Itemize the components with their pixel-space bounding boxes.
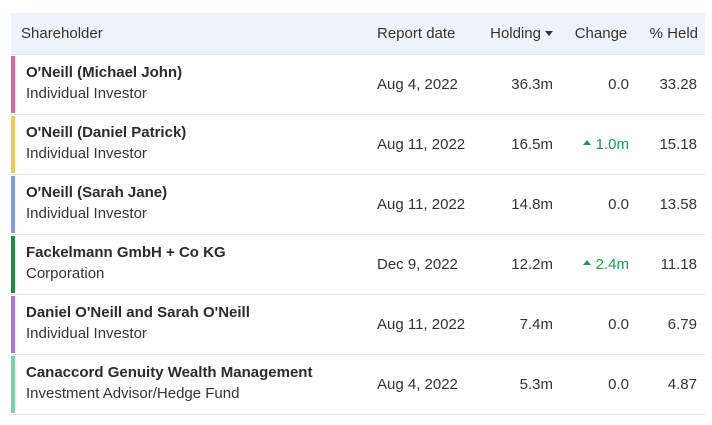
- shareholder-cell: Canaccord Genuity Wealth Management Inve…: [11, 354, 365, 415]
- percent-held-cell: 4.87: [641, 354, 705, 415]
- holding-cell: 16.5m: [477, 114, 561, 175]
- shareholder-cell: O'Neill (Daniel Patrick) Individual Inve…: [11, 114, 365, 175]
- change-cell: 0.0: [561, 294, 641, 355]
- holding-cell: 7.4m: [477, 294, 561, 355]
- change-value: 0.0: [608, 195, 629, 213]
- percent-held-cell: 33.28: [641, 54, 705, 115]
- table-row[interactable]: Fackelmann GmbH + Co KG Corporation Dec …: [11, 234, 705, 295]
- change-cell: 2.4m: [561, 234, 641, 295]
- header-holding[interactable]: Holding: [477, 13, 561, 55]
- shareholders-table: Shareholder Report date Holding Change %…: [11, 13, 705, 415]
- percent-held-cell: 6.79: [641, 294, 705, 355]
- shareholder-type: Investment Advisor/Hedge Fund: [26, 385, 240, 402]
- header-shareholder[interactable]: Shareholder: [11, 13, 365, 55]
- shareholder-cell: Daniel O'Neill and Sarah O'Neill Individ…: [11, 294, 365, 355]
- change-cell: 1.0m: [561, 114, 641, 175]
- shareholder-type: Individual Investor: [26, 145, 147, 162]
- header-change[interactable]: Change: [561, 13, 641, 55]
- table-row[interactable]: O'Neill (Daniel Patrick) Individual Inve…: [11, 114, 705, 175]
- table-row[interactable]: Daniel O'Neill and Sarah O'Neill Individ…: [11, 294, 705, 355]
- report-date-cell: Aug 4, 2022: [365, 354, 477, 415]
- shareholder-name[interactable]: Fackelmann GmbH + Co KG: [26, 243, 226, 263]
- sort-desc-icon: [545, 31, 553, 37]
- shareholder-type: Individual Investor: [26, 205, 147, 222]
- report-date-cell: Aug 11, 2022: [365, 294, 477, 355]
- shareholder-name[interactable]: Canaccord Genuity Wealth Management: [26, 363, 312, 383]
- report-date-cell: Dec 9, 2022: [365, 234, 477, 295]
- change-value: 0.0: [608, 375, 629, 393]
- shareholder-type: Individual Investor: [26, 325, 147, 342]
- percent-held-cell: 15.18: [641, 114, 705, 175]
- shareholder-type: Corporation: [26, 265, 105, 282]
- header-holding-label: Holding: [490, 24, 541, 42]
- holding-cell: 12.2m: [477, 234, 561, 295]
- change-cell: 0.0: [561, 354, 641, 415]
- change-cell: 0.0: [561, 174, 641, 235]
- shareholder-name[interactable]: O'Neill (Michael John): [26, 63, 182, 83]
- table-header-row: Shareholder Report date Holding Change %…: [11, 13, 705, 55]
- shareholder-cell: O'Neill (Michael John) Individual Invest…: [11, 54, 365, 115]
- change-value: 0.0: [608, 315, 629, 333]
- table-row[interactable]: O'Neill (Sarah Jane) Individual Investor…: [11, 174, 705, 235]
- holding-cell: 14.8m: [477, 174, 561, 235]
- table-row[interactable]: O'Neill (Michael John) Individual Invest…: [11, 54, 705, 115]
- percent-held-cell: 13.58: [641, 174, 705, 235]
- change-cell: 0.0: [561, 54, 641, 115]
- holding-cell: 36.3m: [477, 54, 561, 115]
- shareholder-name[interactable]: O'Neill (Daniel Patrick): [26, 123, 186, 143]
- percent-held-cell: 11.18: [641, 234, 705, 295]
- increase-arrow-icon: [582, 140, 591, 146]
- header-report-date[interactable]: Report date: [365, 13, 477, 55]
- change-value: 2.4m: [595, 255, 629, 273]
- increase-arrow-icon: [582, 260, 591, 266]
- shareholder-cell: Fackelmann GmbH + Co KG Corporation: [11, 234, 365, 295]
- header-percent-held[interactable]: % Held: [641, 13, 705, 55]
- change-value: 0.0: [608, 75, 629, 93]
- report-date-cell: Aug 11, 2022: [365, 114, 477, 175]
- shareholder-type: Individual Investor: [26, 85, 147, 102]
- report-date-cell: Aug 4, 2022: [365, 54, 477, 115]
- report-date-cell: Aug 11, 2022: [365, 174, 477, 235]
- shareholder-name[interactable]: O'Neill (Sarah Jane): [26, 183, 167, 203]
- shareholder-name[interactable]: Daniel O'Neill and Sarah O'Neill: [26, 303, 250, 323]
- change-value: 1.0m: [595, 135, 629, 153]
- table-row[interactable]: Canaccord Genuity Wealth Management Inve…: [11, 354, 705, 415]
- holding-cell: 5.3m: [477, 354, 561, 415]
- shareholder-cell: O'Neill (Sarah Jane) Individual Investor: [11, 174, 365, 235]
